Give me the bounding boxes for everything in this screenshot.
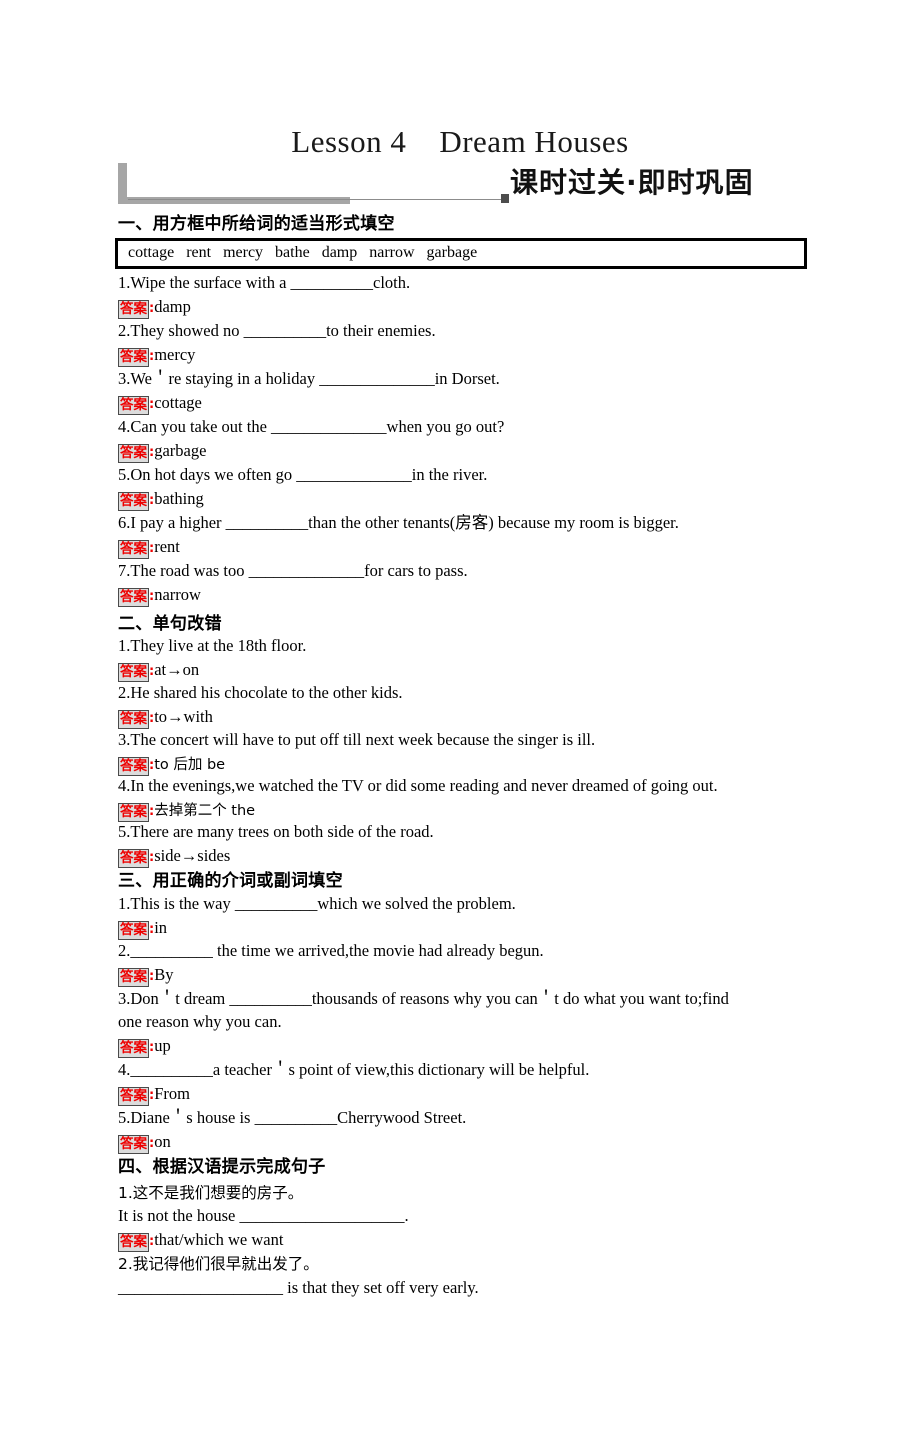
answer-1-4: 答案:garbage — [118, 441, 206, 463]
section-heading-3: 三、用正确的介词或副词填空 — [118, 871, 343, 891]
answer-value: cottage — [154, 393, 202, 412]
question-3-5: 5.Diane＇s house is __________Cherrywood … — [118, 1108, 467, 1127]
answer-value: that/which we want — [154, 1230, 284, 1249]
question-1-1: 1.Wipe the surface with a __________clot… — [118, 273, 411, 292]
answer-1-3: 答案:cottage — [118, 393, 202, 415]
answer-value: side→sides — [154, 846, 231, 865]
answer-tag: 答案 — [118, 1039, 149, 1058]
answer-tag: 答案 — [118, 803, 149, 822]
answer-3-2: 答案:By — [118, 965, 173, 987]
answer-1-5: 答案:bathing — [118, 489, 204, 511]
question-2-2: 2.He shared his chocolate to the other k… — [118, 683, 403, 702]
answer-value: up — [154, 1036, 171, 1055]
answer-value: to→with — [154, 707, 213, 726]
answer-3-4: 答案:From — [118, 1084, 190, 1106]
answer-2-4: 答案:去掉第二个 the — [118, 800, 255, 822]
question-2-1: 1.They live at the 18th floor. — [118, 636, 307, 655]
question-1-5: 5.On hot days we often go ______________… — [118, 465, 488, 484]
answer-value: garbage — [154, 441, 207, 460]
answer-value: on — [154, 1132, 171, 1151]
answer-2-1: 答案:at→on — [118, 660, 199, 682]
question-3-4: 4.__________a teacher＇s point of view,th… — [118, 1060, 590, 1079]
question-3-3-cont: one reason why you can. — [118, 1012, 282, 1031]
answer-value: 去掉第二个 the — [154, 803, 256, 819]
answer-value: From — [154, 1084, 190, 1103]
answer-3-1: 答案:in — [118, 918, 167, 940]
answer-tag: 答案 — [118, 540, 149, 559]
answer-value: at→on — [154, 660, 200, 679]
answer-tag: 答案 — [118, 396, 149, 415]
question-2-4: 4.In the evenings,we watched the TV or d… — [118, 776, 718, 795]
answer-tag: 答案 — [118, 348, 149, 367]
answer-value: mercy — [154, 345, 196, 364]
banner: 课时过关·即时巩固 — [118, 163, 802, 207]
answer-value: rent — [154, 537, 180, 556]
answer-value: By — [154, 965, 174, 984]
question-4-1: 1.这不是我们想要的房子。 — [118, 1184, 304, 1202]
answer-tag: 答案 — [118, 968, 149, 987]
answer-2-5: 答案:side→sides — [118, 846, 230, 868]
question-2-5: 5.There are many trees on both side of t… — [118, 822, 434, 841]
answer-tag: 答案 — [118, 1087, 149, 1106]
section-heading-2: 二、单句改错 — [118, 614, 222, 634]
question-1-4: 4.Can you take out the ______________whe… — [118, 417, 505, 436]
question-4-2: 2.我记得他们很早就出发了。 — [118, 1255, 319, 1273]
worksheet-page: Lesson 4 Dream Houses 课时过关·即时巩固 一、用方框中所给… — [0, 0, 920, 1439]
answer-1-7: 答案:narrow — [118, 585, 201, 607]
answer-tag: 答案 — [118, 300, 149, 319]
answer-tag: 答案 — [118, 1233, 149, 1252]
answer-tag: 答案 — [118, 492, 149, 511]
answer-tag: 答案 — [118, 757, 149, 776]
answer-3-3: 答案:up — [118, 1036, 171, 1058]
answer-1-2: 答案:mercy — [118, 345, 195, 367]
question-3-1: 1.This is the way __________which we sol… — [118, 894, 516, 913]
answer-4-1: 答案:that/which we want — [118, 1230, 283, 1252]
answer-tag: 答案 — [118, 444, 149, 463]
answer-value: to 后加 be — [154, 757, 226, 773]
answer-1-6: 答案:rent — [118, 537, 180, 559]
banner-rule — [128, 199, 508, 200]
answer-tag: 答案 — [118, 588, 149, 607]
question-1-6: 6.I pay a higher __________than the othe… — [118, 513, 679, 532]
banner-label: 课时过关·即时巩固 — [510, 166, 754, 199]
section-heading-1: 一、用方框中所给词的适当形式填空 — [118, 214, 395, 234]
section-heading-4: 四、根据汉语提示完成句子 — [118, 1157, 326, 1177]
question-1-2: 2.They showed no __________to their enem… — [118, 321, 436, 340]
answer-tag: 答案 — [118, 663, 149, 682]
answer-2-3: 答案:to 后加 be — [118, 754, 225, 776]
question-4-1-cont: It is not the house ____________________… — [118, 1206, 409, 1225]
answer-value: damp — [154, 297, 191, 316]
answer-tag: 答案 — [118, 710, 149, 729]
page-title: Lesson 4 Dream Houses — [291, 124, 629, 159]
question-3-3: 3.Don＇t dream __________thousands of rea… — [118, 989, 729, 1008]
banner-square-marker — [501, 194, 509, 203]
answer-tag: 答案 — [118, 921, 149, 940]
word-bank-box: cottage rent mercy bathe damp narrow gar… — [115, 238, 807, 269]
answer-1-1: 答案:damp — [118, 297, 191, 319]
question-1-3: 3.We＇re staying in a holiday ___________… — [118, 369, 500, 388]
question-2-3: 3.The concert will have to put off till … — [118, 730, 596, 749]
answer-3-5: 答案:on — [118, 1132, 171, 1154]
answer-value: in — [154, 918, 168, 937]
answer-value: narrow — [154, 585, 201, 604]
answer-2-2: 答案:to→with — [118, 707, 213, 729]
answer-value: bathing — [154, 489, 204, 508]
question-4-2-cont: ____________________ is that they set of… — [118, 1278, 479, 1297]
question-3-2: 2.__________ the time we arrived,the mov… — [118, 941, 544, 960]
question-1-7: 7.The road was too ______________for car… — [118, 561, 468, 580]
